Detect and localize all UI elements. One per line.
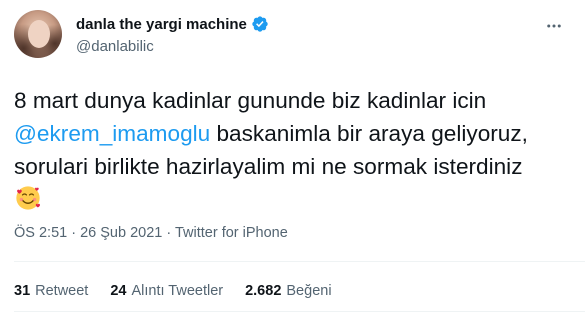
author-display-name[interactable]: danla the yargi machine — [76, 16, 247, 33]
tweet-line-3: sorulari birlikte hazirlayalim mi ne sor… — [14, 154, 523, 179]
retweets-label: Retweet — [35, 283, 89, 299]
retweets-count: 31 — [14, 283, 31, 299]
quotes-stat[interactable]: 24 Alıntı Tweetler — [110, 283, 223, 299]
quotes-count: 24 — [110, 283, 127, 299]
verified-badge-icon — [252, 16, 268, 32]
tweet-line-2: baskanimla bir araya geliyoruz, — [210, 121, 528, 146]
meta-separator: · — [67, 225, 81, 241]
mention-link[interactable]: @ekrem_imamoglu — [14, 121, 210, 146]
avatar[interactable] — [14, 10, 62, 58]
tweet-meta: ÖS 2:51 · 26 Şub 2021 · Twitter for iPho… — [14, 225, 288, 241]
divider — [14, 261, 585, 262]
likes-stat[interactable]: 2.682 Beğeni — [245, 283, 331, 299]
avatar-face — [28, 20, 50, 48]
tweet-text: 8 mart dunya kadinlar gununde biz kadinl… — [14, 84, 579, 216]
author-handle[interactable]: @danlabilic — [76, 38, 154, 55]
tweet-stats: 31 Retweet 24 Alıntı Tweetler 2.682 Beğeni — [14, 283, 332, 299]
tweet-date[interactable]: 26 Şub 2021 — [80, 225, 162, 241]
tweet-time[interactable]: ÖS 2:51 — [14, 225, 67, 241]
likes-count: 2.682 — [245, 283, 282, 299]
tweet-source[interactable]: Twitter for iPhone — [175, 225, 288, 241]
more-icon[interactable] — [540, 12, 568, 40]
tweet-line-1: 8 mart dunya kadinlar gununde biz kadinl… — [14, 88, 487, 113]
meta-separator: · — [162, 225, 175, 241]
likes-label: Beğeni — [286, 283, 332, 299]
smiling-face-with-hearts-icon — [16, 186, 40, 210]
more-dots-icon — [547, 24, 561, 28]
quotes-label: Alıntı Tweetler — [131, 283, 224, 299]
author-name-row: danla the yargi machine — [76, 15, 269, 33]
retweets-stat[interactable]: 31 Retweet — [14, 283, 88, 299]
